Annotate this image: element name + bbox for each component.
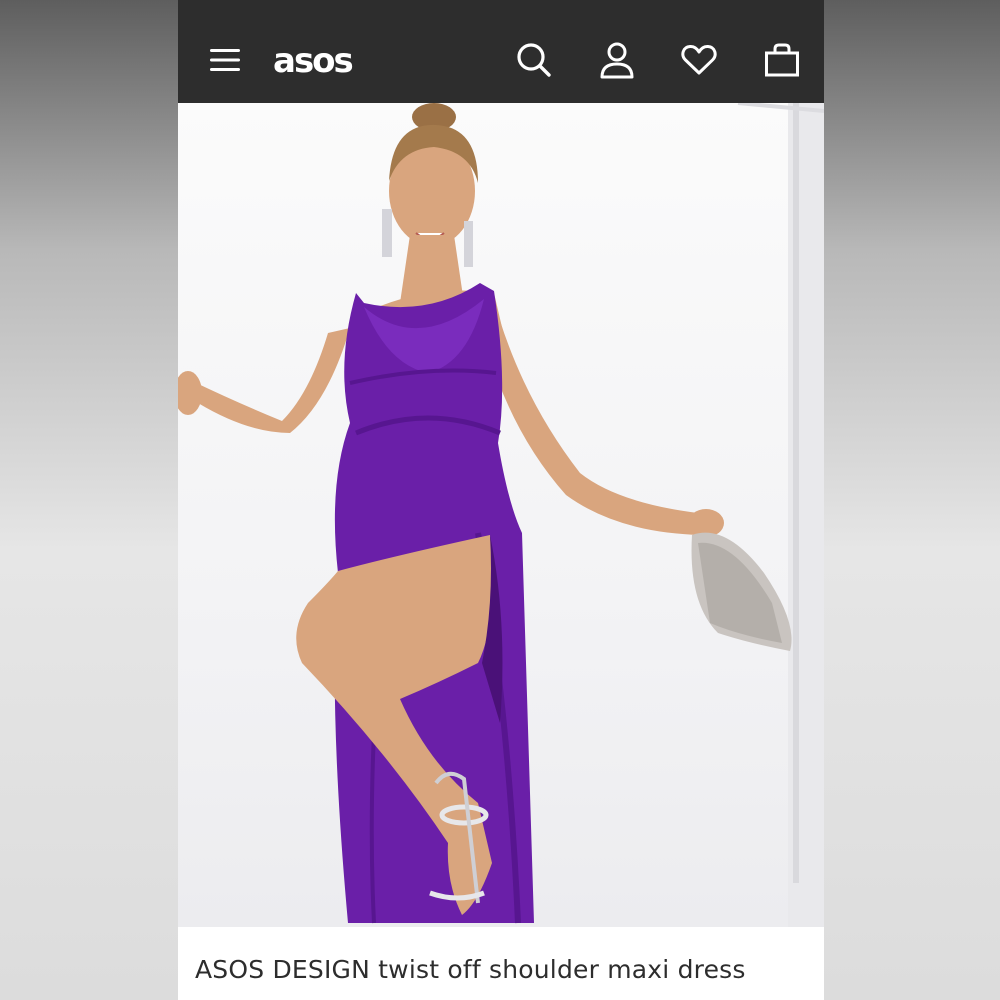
- search-icon[interactable]: [512, 38, 556, 82]
- product-image[interactable]: [178, 103, 824, 927]
- asos-logo[interactable]: asos: [273, 36, 354, 86]
- shopping-bag-icon[interactable]: [760, 38, 804, 82]
- user-account-icon[interactable]: [595, 38, 639, 82]
- hamburger-menu-icon[interactable]: [203, 38, 247, 82]
- heart-icon[interactable]: [677, 38, 721, 82]
- product-title[interactable]: ASOS DESIGN twist off shoulder maxi dres…: [195, 955, 746, 984]
- background-blur-right: [824, 0, 1000, 1000]
- top-navigation-bar: asos: [178, 0, 824, 103]
- model-in-purple-dress-illustration: [178, 103, 824, 927]
- mobile-page: asos ASOS DESIGN twist off shoulder maxi…: [178, 0, 824, 1000]
- background-blur-left: [0, 0, 178, 1000]
